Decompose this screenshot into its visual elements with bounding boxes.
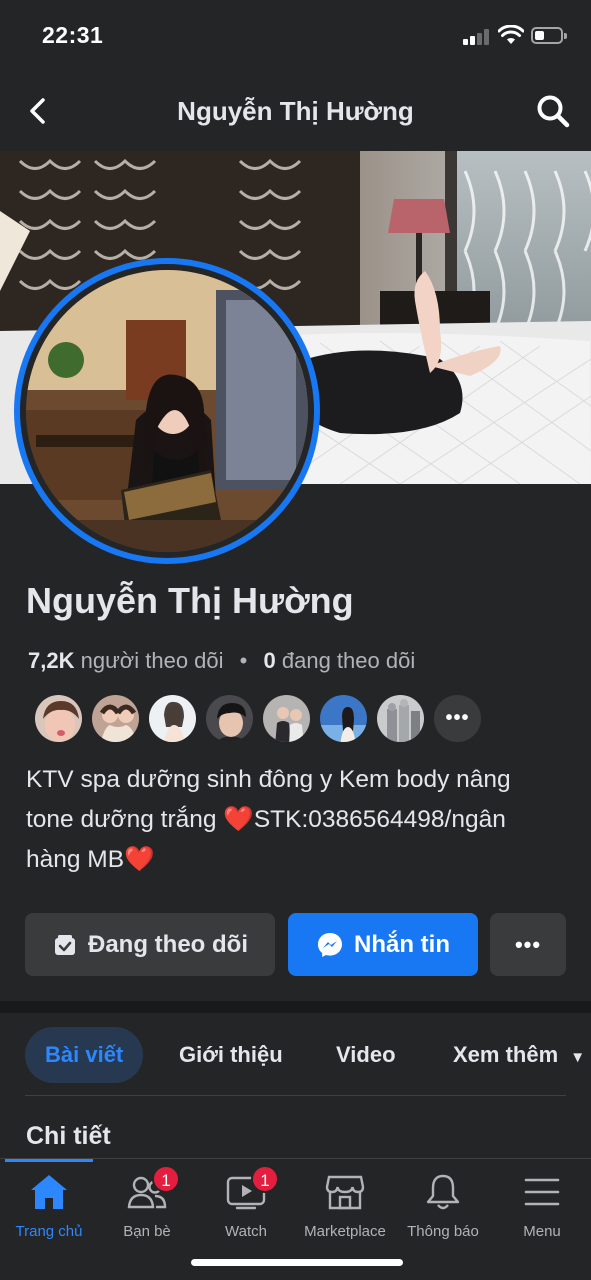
top-nav-bar: Nguyễn Thị Hường [0, 72, 591, 150]
nav-notifications-label: Thông báo [407, 1223, 479, 1240]
profile-bio: KTV spa dưỡng sinh đông y Kem body nâng … [26, 760, 571, 880]
follower-avatar[interactable] [375, 693, 426, 744]
stats-separator: • [239, 648, 248, 673]
following-button-label: Đang theo dõi [88, 930, 248, 958]
friends-icon: 1 [98, 1165, 196, 1215]
wifi-icon [498, 25, 524, 44]
nav-friends-label: Bạn bè [123, 1223, 171, 1240]
following-label: đang theo dõi [281, 648, 416, 673]
friends-badge: 1 [152, 1165, 180, 1193]
home-icon [0, 1169, 98, 1215]
tab-about[interactable]: Giới thiệu [179, 1027, 283, 1083]
nav-menu-label: Menu [523, 1223, 561, 1240]
nav-notifications[interactable]: Thông báo [394, 1169, 492, 1249]
follow-stats[interactable]: 7,2K người theo dõi • 0 đang theo dõi [28, 648, 415, 674]
following-check-icon [52, 932, 78, 958]
watch-icon: 1 [197, 1165, 295, 1215]
profile-tabs: Bài viết Giới thiệu Video Xem thêm ▼ [0, 1027, 591, 1083]
caret-down-icon: ▼ [570, 1049, 586, 1066]
profile-name: Nguyễn Thị Hường [26, 580, 354, 621]
more-options-button[interactable]: ••• [490, 913, 566, 976]
section-separator [0, 1001, 591, 1013]
following-count: 0 [263, 648, 276, 673]
follower-avatar[interactable] [90, 693, 141, 744]
nav-friends[interactable]: 1 Bạn bè [98, 1165, 196, 1249]
bio-line: hàng MB❤️ [26, 840, 571, 880]
nav-marketplace-label: Marketplace [304, 1223, 386, 1240]
messenger-icon [316, 931, 344, 959]
follower-avatar[interactable] [33, 693, 84, 744]
heart-emoji-icon: ❤️ [223, 806, 254, 833]
details-heading: Chi tiết [26, 1122, 111, 1150]
tab-video[interactable]: Video [336, 1027, 396, 1083]
bio-text: tone dưỡng trắng [26, 806, 224, 833]
heart-emoji-icon: ❤️ [124, 846, 155, 873]
page-title: Nguyễn Thị Hường [177, 96, 414, 126]
tab-see-more[interactable]: Xem thêm ▼ [453, 1027, 585, 1083]
nav-marketplace[interactable]: Marketplace [296, 1169, 394, 1249]
bio-line: tone dưỡng trắng ❤️STK:0386564498/ngân [26, 800, 571, 840]
bio-text: STK:0386564498/ngân [253, 806, 506, 833]
watch-badge: 1 [251, 1165, 279, 1193]
bio-text: hàng MB [26, 846, 125, 873]
nav-watch[interactable]: 1 Watch [197, 1165, 295, 1249]
message-button-label: Nhắn tin [354, 930, 450, 958]
nav-home[interactable]: Trang chủ [0, 1169, 98, 1249]
bio-line: KTV spa dưỡng sinh đông y Kem body nâng [26, 766, 511, 793]
follower-avatar[interactable] [204, 693, 255, 744]
tab-posts[interactable]: Bài viết [25, 1027, 144, 1083]
follower-avatar[interactable] [147, 693, 198, 744]
bell-icon [394, 1169, 492, 1215]
active-tab-indicator [5, 1159, 93, 1162]
nav-watch-label: Watch [225, 1223, 267, 1240]
tab-see-more-label: Xem thêm [453, 1042, 559, 1067]
status-time: 22:31 [42, 22, 104, 48]
status-bar: 22:31 [0, 0, 591, 72]
marketplace-icon [296, 1169, 394, 1215]
menu-icon [493, 1169, 591, 1215]
cellular-signal-icon [463, 29, 491, 45]
message-button[interactable]: Nhắn tin [288, 913, 478, 976]
followers-count: 7,2K [28, 648, 75, 673]
following-button[interactable]: Đang theo dõi [25, 913, 275, 976]
nav-menu[interactable]: Menu [493, 1169, 591, 1249]
profile-avatar[interactable] [14, 258, 320, 564]
follower-avatar[interactable] [318, 693, 369, 744]
nav-home-label: Trang chủ [15, 1223, 83, 1240]
followers-label: người theo dõi [80, 648, 224, 673]
more-followers-button[interactable]: ••• [432, 693, 483, 744]
battery-icon [531, 27, 567, 44]
home-indicator [191, 1259, 403, 1266]
search-icon[interactable] [534, 92, 572, 130]
follower-avatar[interactable] [261, 693, 312, 744]
tab-divider [25, 1095, 566, 1096]
